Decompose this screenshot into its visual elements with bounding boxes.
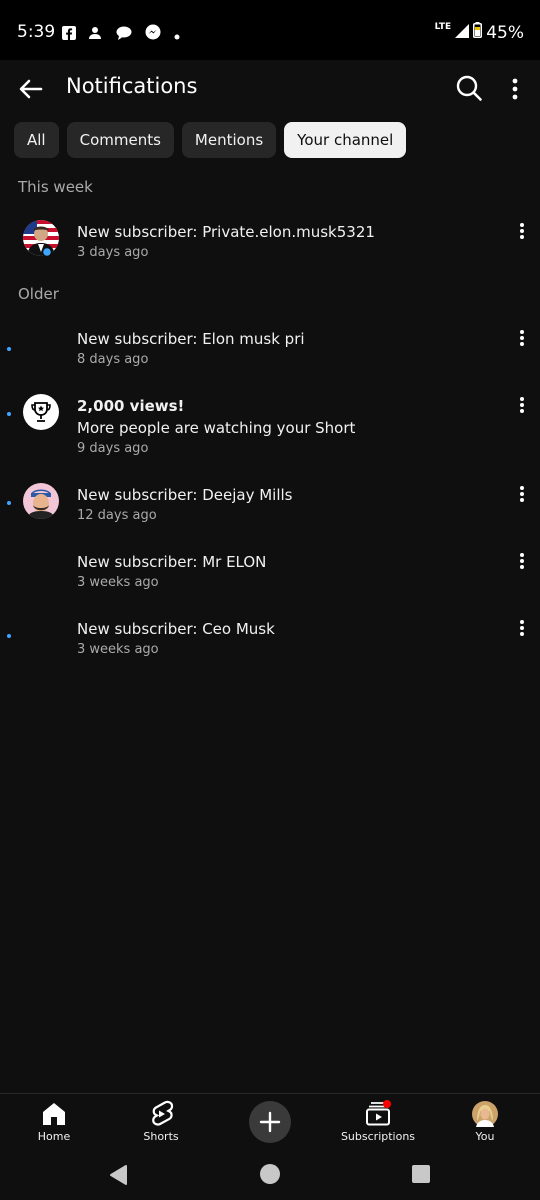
signal-icon (455, 23, 470, 43)
app-header: Notifications (0, 60, 540, 116)
profile-avatar (472, 1101, 498, 1127)
notification-title: New subscriber: Ceo Musk (77, 620, 275, 638)
system-back-button[interactable] (108, 1164, 128, 1190)
section-this-week: This week (18, 178, 93, 196)
facebook-icon (62, 25, 76, 44)
notification-title: New subscriber: Elon musk pri (77, 330, 305, 348)
triangle-back-icon (110, 1165, 127, 1185)
unread-badge-icon (42, 247, 52, 257)
status-notification-icons (62, 24, 180, 44)
notification-title: New subscriber: Private.elon.musk5321 (77, 223, 375, 241)
avatar (23, 483, 59, 519)
notification-item[interactable]: 2,000 views! More people are watching yo… (0, 389, 540, 464)
more-vert-icon (520, 223, 524, 239)
network-type: LTE (434, 21, 452, 32)
more-vert-icon (520, 330, 524, 346)
page-title: Notifications (66, 74, 198, 98)
notification-time: 3 days ago (77, 245, 149, 260)
section-older: Older (18, 285, 59, 303)
more-vert-icon (520, 397, 524, 413)
notification-more-button[interactable] (514, 221, 530, 241)
arrow-left-icon (19, 79, 43, 99)
person-notification-icon (89, 25, 103, 44)
notification-more-button[interactable] (514, 484, 530, 504)
notification-title: 2,000 views! (77, 397, 185, 415)
plus-icon (259, 1111, 281, 1133)
bottom-navigation: Home Shorts Subscriptions You (0, 1093, 540, 1153)
more-vert-icon (520, 553, 524, 569)
more-vert-icon (520, 620, 524, 636)
notification-subtitle: More people are watching your Short (77, 419, 356, 437)
search-icon (456, 75, 482, 101)
notification-item[interactable]: New subscriber: Private.elon.musk5321 3 … (0, 215, 540, 275)
nav-subscriptions-label: Subscriptions (340, 1130, 416, 1143)
nav-you[interactable]: You (440, 1100, 530, 1143)
notification-more-button[interactable] (514, 551, 530, 571)
home-icon (43, 1103, 65, 1125)
status-time: 5:39 (17, 22, 56, 42)
notification-item[interactable]: New subscriber: Ceo Musk 3 weeks ago (0, 612, 540, 672)
chip-all[interactable]: All (14, 122, 59, 158)
system-recents-button[interactable] (412, 1165, 430, 1187)
unread-dot (7, 501, 11, 505)
circle-home-icon (260, 1164, 280, 1184)
notification-more-button[interactable] (514, 618, 530, 638)
nav-subscriptions[interactable]: Subscriptions (333, 1100, 423, 1143)
notification-more-button[interactable] (514, 395, 530, 415)
chip-your-channel[interactable]: Your channel (284, 122, 407, 158)
notification-item[interactable]: New subscriber: Elon musk pri 8 days ago (0, 322, 540, 382)
shorts-icon (152, 1100, 174, 1126)
chat-icon (116, 25, 132, 44)
notification-title: New subscriber: Deejay Mills (77, 486, 293, 504)
battery-icon (473, 22, 483, 43)
unread-dot (7, 412, 11, 416)
unread-dot (7, 347, 11, 351)
notification-more-button[interactable] (514, 328, 530, 348)
more-options-button[interactable] (505, 74, 525, 104)
nav-shorts[interactable]: Shorts (116, 1100, 206, 1143)
chip-mentions[interactable]: Mentions (181, 122, 277, 158)
notification-time: 12 days ago (77, 508, 157, 523)
nav-shorts-label: Shorts (143, 1130, 179, 1143)
system-navigation-bar (0, 1153, 540, 1200)
more-vert-icon (512, 78, 518, 100)
nav-home-label: Home (37, 1130, 71, 1143)
square-recents-icon (412, 1165, 430, 1183)
notification-time: 3 weeks ago (77, 575, 159, 590)
notification-time: 9 days ago (77, 441, 149, 456)
notification-item[interactable]: New subscriber: Mr ELON 3 weeks ago (0, 545, 540, 605)
more-vert-icon (520, 486, 524, 502)
search-button[interactable] (454, 73, 484, 103)
notification-time: 3 weeks ago (77, 642, 159, 657)
back-button[interactable] (16, 74, 46, 104)
notification-time: 8 days ago (77, 352, 149, 367)
new-content-badge (383, 1100, 391, 1108)
status-right: LTE 45% (435, 22, 524, 43)
chip-comments[interactable]: Comments (66, 122, 174, 158)
nav-you-label: You (475, 1130, 495, 1143)
nav-home[interactable]: Home (9, 1100, 99, 1143)
messenger-icon (145, 24, 161, 44)
notification-item[interactable]: New subscriber: Deejay Mills 12 days ago (0, 478, 540, 538)
trophy-icon (23, 394, 59, 430)
avatar (23, 220, 59, 256)
notification-title: New subscriber: Mr ELON (77, 553, 267, 571)
create-button[interactable] (249, 1101, 291, 1143)
unread-dot (7, 634, 11, 638)
battery-level: 45% (486, 22, 524, 43)
dot-icon (174, 25, 180, 44)
system-home-button[interactable] (259, 1163, 281, 1189)
status-bar: 5:39 LTE 45% (0, 0, 540, 60)
filter-chips: All Comments Mentions Your channel (14, 122, 407, 158)
